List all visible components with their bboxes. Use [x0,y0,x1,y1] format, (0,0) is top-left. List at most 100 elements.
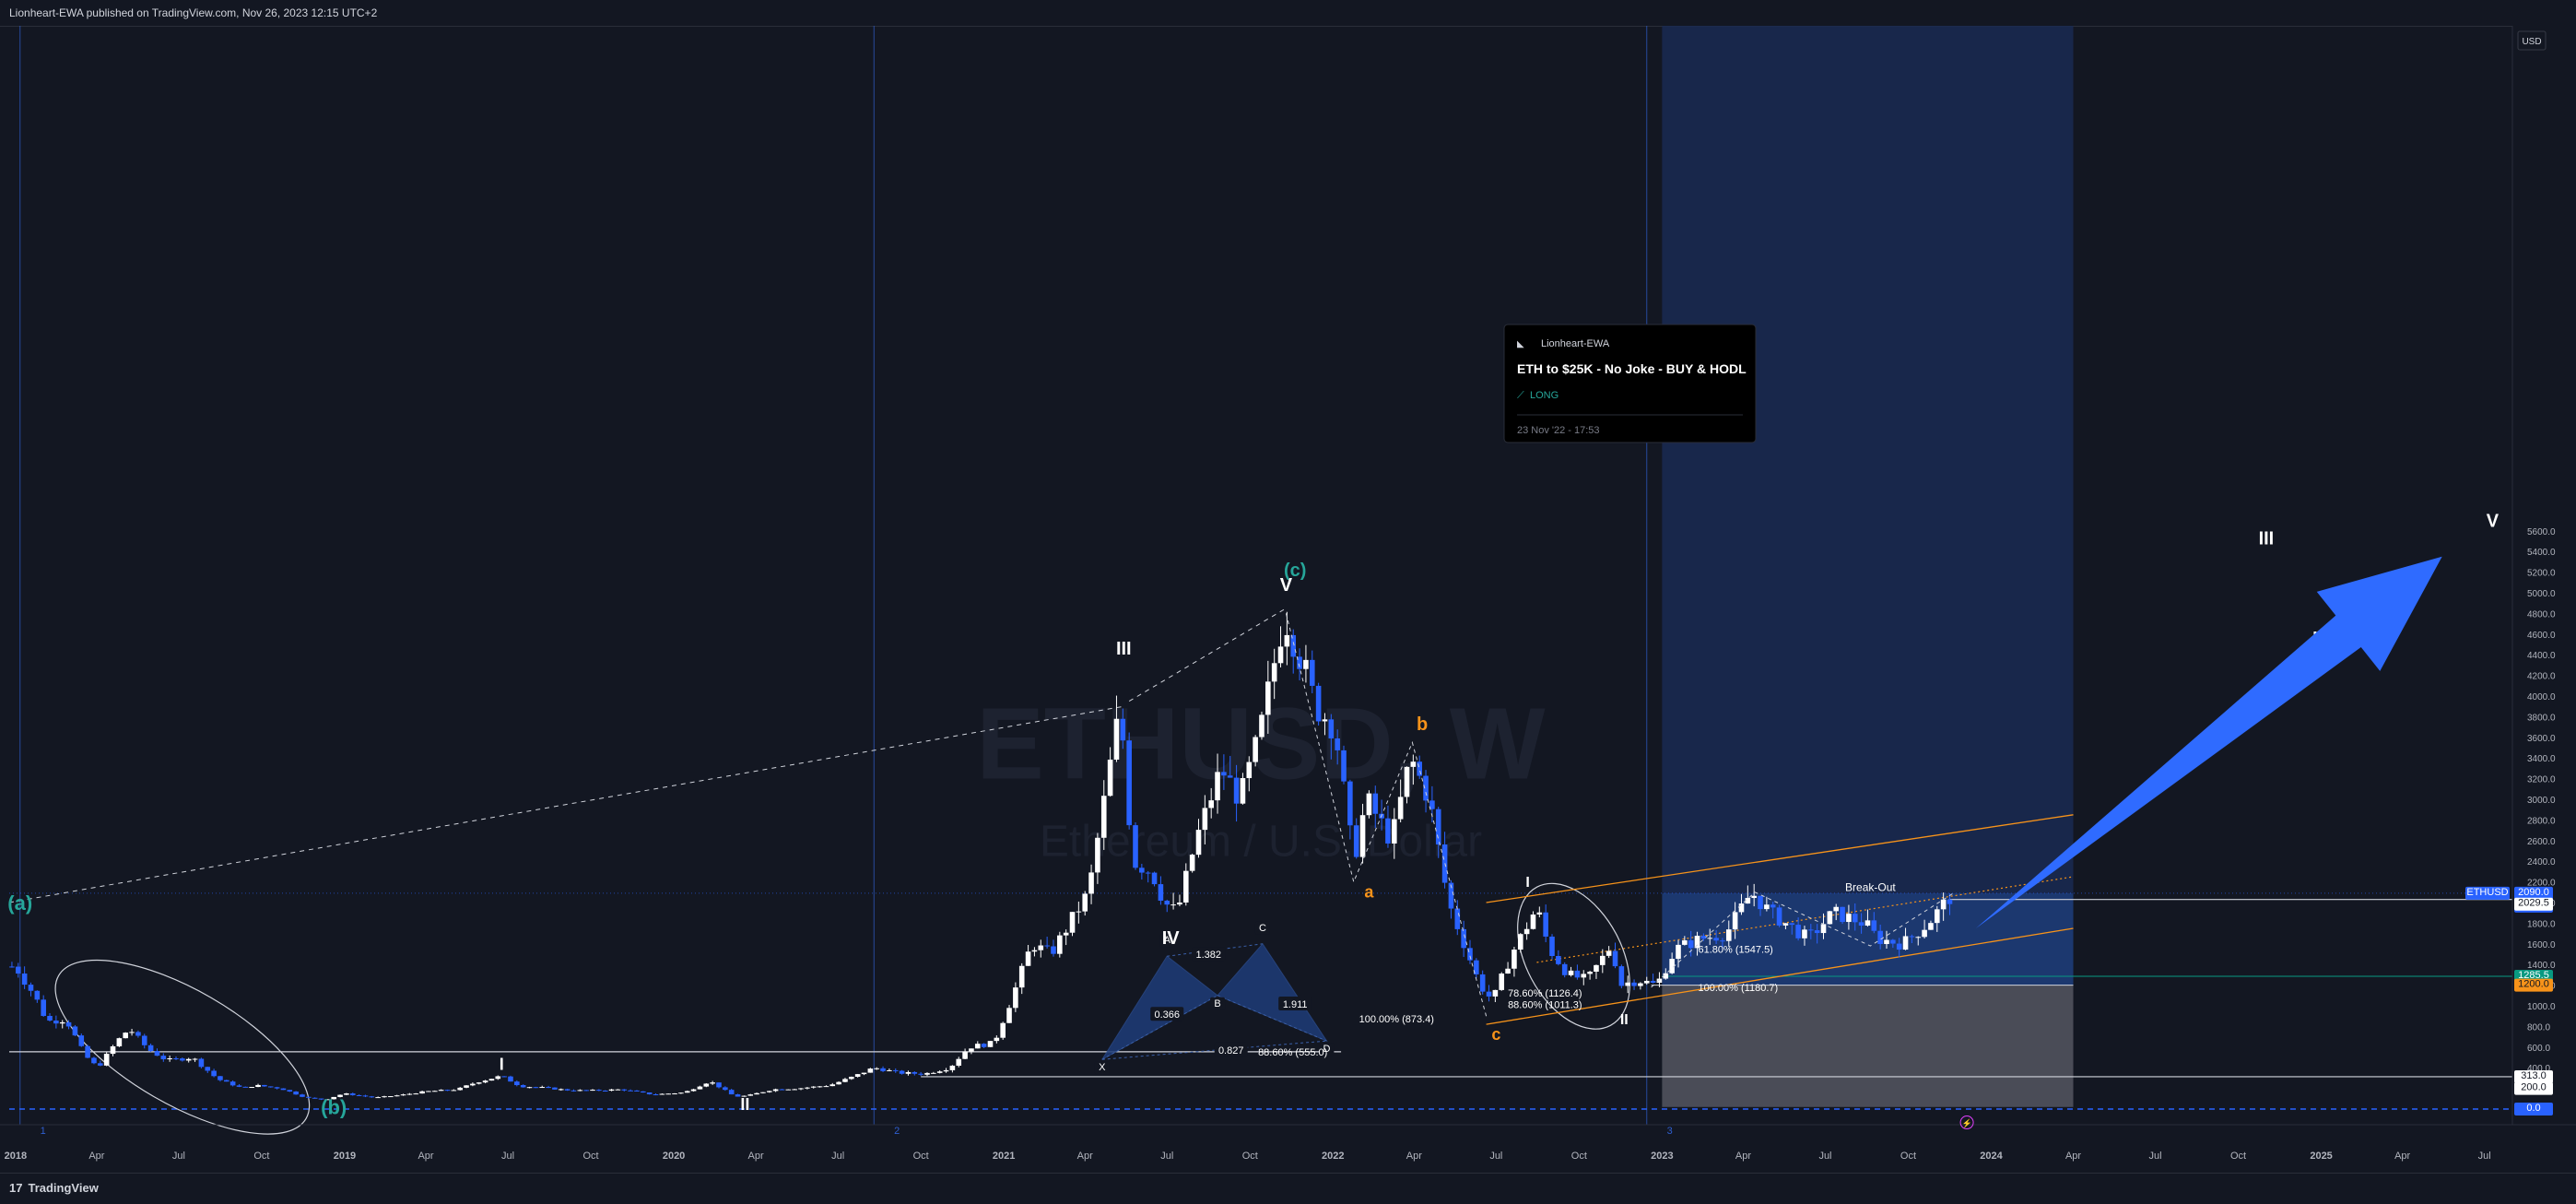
candle-body [388,1096,394,1098]
candle-body [147,1045,154,1052]
idea-tag: LONG [1530,390,1559,401]
price-tick: 1800.0 [2527,919,2556,929]
price-tick: 5600.0 [2527,527,2556,537]
candle-body [1018,965,1025,988]
tradingview-brand[interactable]: 17 TradingView [9,1181,99,1195]
candle-body [1776,907,1782,926]
candle-body [798,1088,804,1090]
time-tick: Jul [831,1151,844,1162]
candle-body [457,1087,463,1091]
price-label-313: 313.0 [2521,1070,2547,1081]
candle-body [805,1087,810,1089]
candle-body [577,1090,583,1092]
candle-body [842,1079,848,1082]
price-tick: 4800.0 [2527,609,2556,620]
candle-body [394,1095,400,1097]
time-tick: 2023 [1651,1151,1673,1162]
candle-body [1182,870,1189,903]
candle-body [994,1037,1000,1042]
candle-body [936,1071,943,1073]
candle-body [406,1093,413,1095]
price-axis[interactable] [2512,26,2576,1173]
candle-body [785,1089,792,1091]
candle-body [129,1032,135,1033]
corrective-wave-path [1285,613,1488,1017]
breakout-label: Break-Out [1845,881,1896,894]
candle-body [1871,920,1877,931]
candle-body [1290,634,1297,657]
candle-body [262,1084,267,1087]
candle-body [1195,830,1202,856]
candle-body [34,990,41,1000]
candle-body [293,1092,299,1095]
time-tick: 2018 [5,1151,27,1162]
price-tick: 1600.0 [2527,940,2556,950]
candle-body [1303,659,1309,669]
candle-body [956,1058,962,1066]
candle-body [1177,902,1182,905]
candle-body [255,1084,261,1088]
long-icon: ⟋ [1517,390,1524,401]
candle-body [1934,909,1940,924]
candle-body [1435,809,1441,845]
candle-body [703,1083,710,1087]
idea-date: 23 Nov '22 - 17:53 [1517,425,1600,436]
candle-body [312,1097,318,1099]
candle-body [1385,818,1391,844]
candle-body [1682,940,1688,945]
candle-body [1606,950,1612,956]
candle-body [1922,929,1927,938]
candle-body [1000,1022,1006,1038]
candle-body [1638,983,1643,986]
candle-body [1095,837,1100,873]
wave-label-5: III [1116,639,1132,659]
candle-body [962,1051,968,1059]
candle-body [451,1090,457,1092]
price-tick: 4600.0 [2527,631,2556,641]
wave-label-3: I [500,1055,504,1073]
time-tick: Oct [1242,1151,1258,1162]
time-tick: Apr [1077,1151,1093,1162]
candle-body [300,1094,305,1097]
price-tick: 2600.0 [2527,837,2556,847]
candle-body [1656,978,1663,983]
candle-body [1688,940,1694,949]
candle-body [369,1096,375,1098]
candle-body [1505,968,1511,974]
candle-body [723,1087,728,1091]
candle-body [1372,793,1379,814]
candle-body [21,973,28,986]
candle-body [242,1086,249,1088]
candle-body [1517,934,1523,950]
candle-body [1713,938,1719,941]
candle-body [969,1048,974,1052]
candle-body [180,1058,185,1061]
candle-body [596,1090,602,1092]
price-chart[interactable]: ETHUSD, WEthereum / U.S. Dollar1 2 3XABCD6… [0,26,2576,1173]
candle-body [646,1092,653,1095]
candle-body [690,1089,697,1092]
candle-body [1600,955,1606,965]
candle-body [1335,738,1340,750]
candle-body [628,1090,633,1092]
candle-body [874,1068,880,1069]
candle-body [1113,718,1120,760]
candle-body [1151,872,1158,885]
candle-body [1013,987,1018,1009]
fib-label-5: 88.60% (555.0) [1258,1047,1327,1058]
candle-body [1404,766,1410,797]
candle-body [1031,950,1038,952]
candle-body [533,1087,539,1089]
candle-body [141,1035,147,1045]
candle-body [1044,945,1050,947]
candle-body [558,1089,564,1091]
wave-label-4: II [740,1095,749,1114]
candle-body [1587,972,1593,974]
candle-body [1877,930,1883,945]
candle-body [1732,912,1738,930]
candle-body [495,1076,501,1080]
price-label-200: 200.0 [2521,1082,2547,1093]
candle-body [1120,718,1126,741]
candle-body [306,1096,312,1098]
time-tick: Apr [1406,1151,1422,1162]
